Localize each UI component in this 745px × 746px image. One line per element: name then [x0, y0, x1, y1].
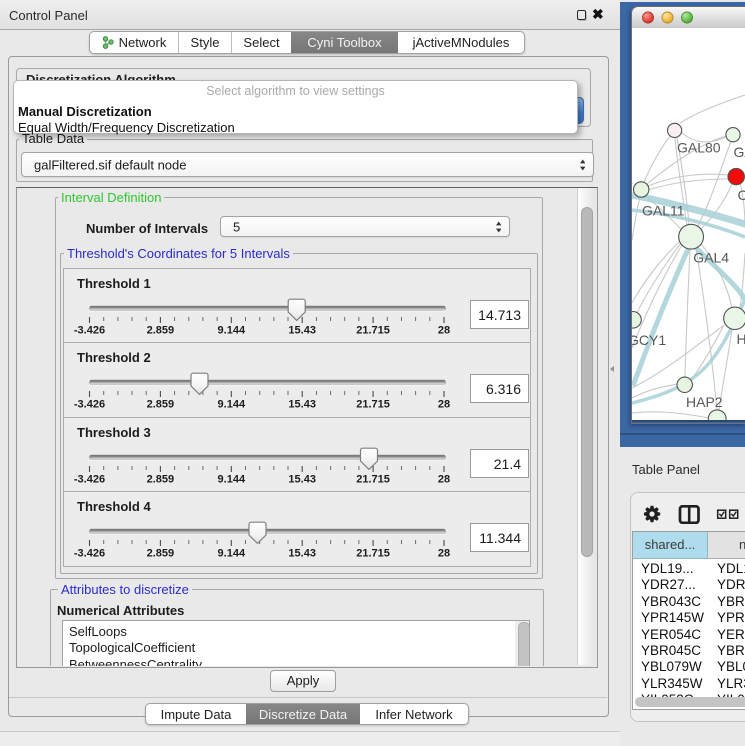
- svg-text:21.715: 21.715: [356, 548, 390, 560]
- svg-text:15.43: 15.43: [288, 548, 316, 560]
- svg-text:-3.426: -3.426: [74, 399, 105, 411]
- svg-text:15.43: 15.43: [288, 399, 316, 411]
- svg-text:9.144: 9.144: [218, 324, 246, 336]
- svg-text:28: 28: [438, 548, 450, 560]
- svg-text:GAL11: GAL11: [642, 203, 685, 219]
- svg-text:-3.426: -3.426: [74, 548, 105, 560]
- svg-text:GCY1: GCY1: [632, 332, 666, 348]
- svg-text:21.715: 21.715: [356, 473, 390, 485]
- svg-text:2.859: 2.859: [147, 399, 175, 411]
- svg-text:GA: GA: [734, 144, 745, 160]
- svg-text:15.43: 15.43: [288, 324, 316, 336]
- svg-text:15.43: 15.43: [288, 473, 316, 485]
- svg-text:GAL4: GAL4: [693, 250, 729, 266]
- svg-text:-3.426: -3.426: [74, 473, 105, 485]
- svg-text:21.715: 21.715: [356, 324, 390, 336]
- svg-text:2.859: 2.859: [147, 548, 175, 560]
- svg-text:H: H: [737, 331, 745, 347]
- svg-text:9.144: 9.144: [218, 399, 246, 411]
- svg-text:28: 28: [438, 324, 450, 336]
- svg-text:2.859: 2.859: [147, 324, 175, 336]
- svg-text:21.715: 21.715: [356, 399, 390, 411]
- svg-text:9.144: 9.144: [218, 473, 246, 485]
- svg-text:28: 28: [438, 399, 450, 411]
- svg-text:GAL80: GAL80: [677, 140, 721, 156]
- svg-text:C: C: [738, 187, 745, 203]
- svg-text:2.859: 2.859: [147, 473, 175, 485]
- svg-text:-3.426: -3.426: [74, 324, 105, 336]
- svg-text:HAP2: HAP2: [686, 394, 723, 410]
- svg-text:28: 28: [438, 473, 450, 485]
- svg-text:9.144: 9.144: [218, 548, 246, 560]
